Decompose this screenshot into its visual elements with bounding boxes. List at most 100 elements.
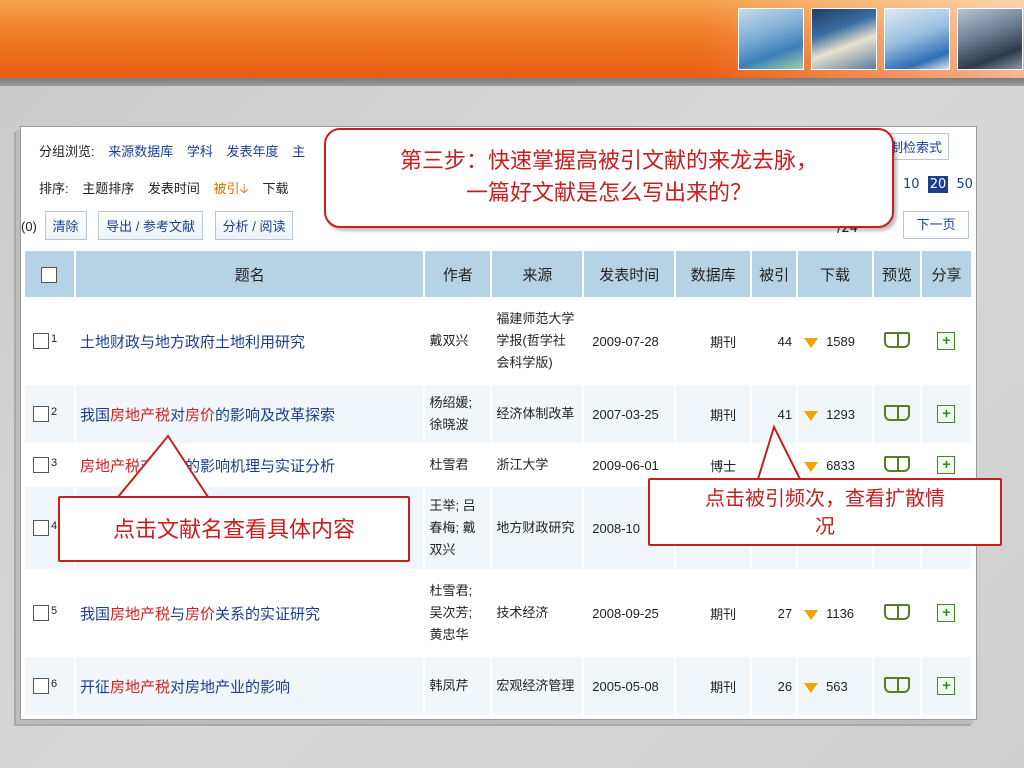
row-index: 1: [51, 332, 58, 345]
article-title-link[interactable]: 房地产税对房价的影响机理与实证分析: [80, 458, 335, 475]
lecture-hall-photo: [957, 8, 1023, 70]
author-cell[interactable]: 戴双兴: [424, 297, 493, 385]
step-callout-line-2: 一篇好文献是怎么写出来的？: [465, 181, 752, 206]
source-cell[interactable]: 经济体制改革: [491, 385, 585, 443]
group-link-more[interactable]: 主: [292, 144, 305, 159]
row-checkbox[interactable]: [33, 333, 49, 350]
share-plus-icon[interactable]: +: [937, 677, 956, 695]
title-text: 开征: [79, 678, 110, 696]
source-cell[interactable]: 技术经济: [491, 569, 585, 657]
title-keyword-highlight: 房地产税: [109, 605, 170, 623]
group-link-source-db[interactable]: 来源数据库: [108, 144, 173, 159]
title-text: 我国: [79, 406, 110, 424]
header-cited[interactable]: 被引: [751, 251, 799, 297]
row-checkbox[interactable]: [33, 605, 49, 622]
author-cell[interactable]: 杜雪君; 吴次芳; 黄忠华: [424, 569, 493, 657]
group-link-subject[interactable]: 学科: [187, 144, 213, 159]
cited-count-cell[interactable]: 26: [751, 657, 799, 715]
date-cell: 2007-03-25: [583, 385, 677, 443]
download-icon[interactable]: [804, 609, 819, 620]
cite-tip-line-2: 况: [815, 514, 835, 538]
row-index: 6: [51, 677, 58, 690]
download-cell[interactable]: 1136: [797, 569, 875, 657]
table-header-row: 题名 作者 来源 发表时间 数据库 被引 下载 预览 分享: [25, 251, 974, 297]
cited-count-cell[interactable]: 27: [751, 569, 799, 657]
table-row: 6 开征房地产税对房地产业的影响 韩凤芹 宏观经济管理 2005-05-08 期刊 26 56…: [25, 657, 974, 715]
clear-button[interactable]: 清除: [44, 211, 87, 240]
row-index: 5: [51, 604, 58, 617]
title-text: 我国: [79, 605, 110, 623]
download-cell[interactable]: 1293: [797, 385, 875, 443]
title-keyword-highlight: 房价: [185, 605, 216, 623]
article-title-link[interactable]: 我国房地产税对房价的影响及改革探索: [80, 407, 335, 424]
page-size-50[interactable]: 50: [956, 177, 973, 192]
select-all-header[interactable]: [25, 251, 76, 297]
cited-count-cell[interactable]: 41: [751, 385, 799, 443]
cite-tip-line-1: 点击被引频次，查看扩散情: [705, 486, 945, 510]
header-downloads[interactable]: 下载: [797, 251, 875, 297]
share-plus-icon[interactable]: +: [937, 332, 956, 350]
sort-download[interactable]: 下载: [263, 181, 289, 196]
title-text: 对: [139, 457, 155, 475]
preview-cell: [873, 569, 922, 657]
title-keyword-highlight: 房地产税: [79, 457, 140, 475]
title-text: 土地财政与地方政府土地利用研究: [79, 333, 305, 351]
date-cell: 2009-07-28: [583, 297, 677, 385]
page-size-20[interactable]: 20: [927, 176, 949, 193]
title-text: 的影响及改革探索: [215, 406, 336, 424]
download-icon[interactable]: [804, 682, 819, 693]
author-cell[interactable]: 韩凤芹: [424, 657, 493, 715]
preview-book-icon[interactable]: [884, 404, 910, 421]
source-cell[interactable]: 地方财政研究: [491, 487, 585, 569]
article-title-link[interactable]: 开征房地产税对房地产业的影响: [80, 679, 290, 696]
download-cell[interactable]: 1589: [797, 297, 875, 385]
group-link-year[interactable]: 发表年度: [227, 144, 279, 159]
share-plus-icon[interactable]: +: [937, 604, 956, 622]
sort-cited[interactable]: 被引🡣: [214, 181, 249, 196]
database-cell: 期刊: [675, 569, 753, 657]
row-index: 2: [51, 405, 58, 418]
source-cell[interactable]: 宏观经济管理: [491, 657, 585, 715]
preview-book-icon[interactable]: [884, 455, 910, 472]
author-cell[interactable]: 杜雪君: [424, 443, 493, 487]
author-cell[interactable]: 王举; 吕春梅; 戴双兴: [424, 487, 493, 569]
download-cell[interactable]: 563: [797, 657, 875, 715]
group-browse-label: 分组浏览:: [39, 144, 95, 159]
share-plus-icon[interactable]: +: [937, 456, 956, 474]
download-icon[interactable]: [804, 337, 819, 348]
source-cell[interactable]: 浙江大学: [491, 443, 585, 487]
article-title-link[interactable]: 土地财政与地方政府土地利用研究: [80, 334, 305, 351]
download-count: 563: [826, 678, 848, 694]
source-cell[interactable]: 福建师范大学学报(哲学社会科学版): [491, 297, 585, 385]
download-icon[interactable]: [804, 461, 819, 472]
row-checkbox[interactable]: [33, 457, 49, 474]
preview-book-icon[interactable]: [884, 603, 910, 620]
preview-book-icon[interactable]: [884, 331, 910, 348]
date-cell: 2005-05-08: [583, 657, 677, 715]
title-cell: 房地产税对房价的影响机理与实证分析: [74, 443, 426, 487]
row-select-cell: 1: [25, 297, 76, 385]
page-size-selector: 10 20 50: [899, 176, 973, 193]
row-checkbox[interactable]: [33, 406, 49, 423]
share-cell: +: [920, 569, 974, 657]
title-text: 的影响机理与实证分析: [185, 457, 336, 475]
sort-topic[interactable]: 主题排序: [82, 181, 134, 196]
share-plus-icon[interactable]: +: [937, 405, 956, 423]
sort-date[interactable]: 发表时间: [148, 181, 200, 196]
analyze-button[interactable]: 分析 / 阅读: [214, 211, 294, 240]
author-cell[interactable]: 杨绍媛; 徐晓波: [424, 385, 493, 443]
page-size-10[interactable]: 10: [903, 177, 920, 192]
select-all-checkbox[interactable]: [41, 266, 58, 283]
title-cell: 我国房地产税对房价的影响及改革探索: [74, 385, 426, 443]
cited-count-cell[interactable]: 44: [751, 297, 799, 385]
table-row: 5 我国房地产税与房价关系的实证研究 杜雪君; 吴次芳; 黄忠华 技术经济 2008-0…: [25, 569, 974, 657]
database-cell: 期刊: [675, 385, 753, 443]
article-title-link[interactable]: 我国房地产税与房价关系的实证研究: [80, 606, 320, 623]
row-checkbox[interactable]: [33, 520, 49, 537]
preview-book-icon[interactable]: [884, 676, 910, 693]
download-icon[interactable]: [804, 410, 819, 421]
sort-desc-icon: 🡣: [239, 181, 249, 196]
next-page-button[interactable]: 下一页: [903, 211, 969, 239]
export-button[interactable]: 导出 / 参考文献: [98, 211, 203, 240]
row-checkbox[interactable]: [33, 678, 49, 695]
